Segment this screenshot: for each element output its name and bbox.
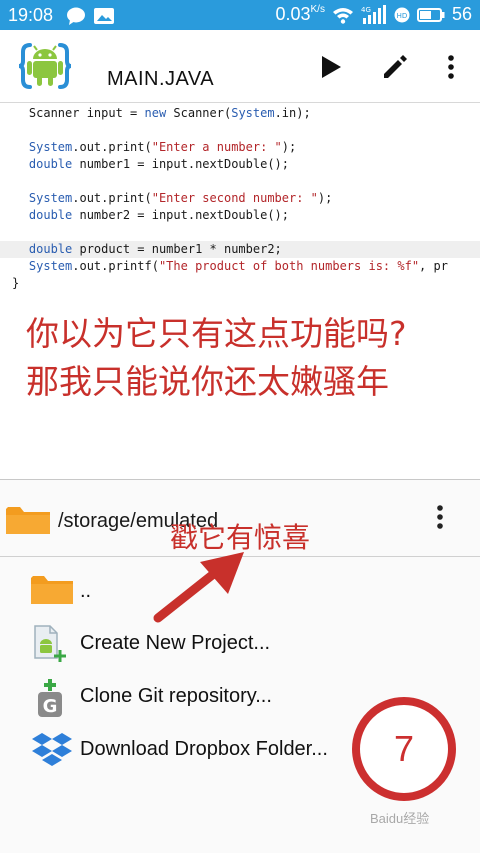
code-token: } bbox=[12, 276, 20, 290]
code-line[interactable]: double number2 = input.nextDouble(); bbox=[0, 207, 480, 224]
image-icon bbox=[94, 8, 114, 24]
new-project-icon bbox=[34, 625, 66, 662]
code-line[interactable] bbox=[0, 224, 480, 241]
code-line[interactable]: System.out.print("Enter second number: "… bbox=[0, 190, 480, 207]
battery-icon bbox=[416, 7, 445, 22]
code-line[interactable]: double number1 = input.nextDouble(); bbox=[0, 156, 480, 173]
chat-icon bbox=[67, 7, 85, 25]
edit-button[interactable] bbox=[378, 50, 412, 84]
git-icon: G bbox=[38, 679, 62, 717]
annotation-callout: 戳它有惊喜 bbox=[170, 521, 311, 554]
file-title: MAIN.JAVA bbox=[107, 68, 215, 90]
status-time: 19:08 bbox=[8, 5, 54, 25]
signal-icon: 4G bbox=[361, 4, 386, 24]
code-token: number2 = input.nextDouble(); bbox=[72, 208, 289, 222]
panel-menu-button[interactable] bbox=[436, 504, 450, 534]
svg-text:G: G bbox=[43, 696, 58, 717]
code-token: "Enter second number: " bbox=[151, 191, 318, 205]
code-token: System bbox=[0, 259, 73, 273]
code-token: .in); bbox=[274, 106, 311, 120]
code-token: "Enter a number: " bbox=[151, 140, 282, 154]
list-item-label: Clone Git repository... bbox=[80, 685, 272, 707]
svg-text:HD: HD bbox=[397, 12, 408, 20]
code-line[interactable] bbox=[0, 122, 480, 139]
annotation-text-line1: 你以为它只有这点功能吗? bbox=[26, 314, 407, 353]
overflow-menu-button[interactable] bbox=[434, 50, 468, 84]
code-token: double bbox=[0, 157, 73, 171]
new-project-icon bbox=[30, 624, 72, 664]
list-item-label: .. bbox=[80, 580, 92, 602]
more-vert-icon bbox=[437, 505, 443, 529]
step-number: 7 bbox=[393, 728, 415, 769]
code-token: double bbox=[0, 242, 73, 256]
git-icon: G bbox=[30, 677, 72, 717]
dropbox-icon bbox=[30, 730, 72, 770]
notification-icons bbox=[66, 6, 118, 31]
battery-level: 56 bbox=[451, 4, 472, 24]
code-token: "The product of both numbers is: %f" bbox=[158, 259, 420, 273]
run-button[interactable] bbox=[314, 50, 348, 84]
code-line[interactable]: System.out.print("Enter a number: "); bbox=[0, 139, 480, 156]
dropbox-icon bbox=[32, 733, 72, 766]
list-item-label: Download Dropbox Folder... bbox=[80, 738, 328, 760]
code-line[interactable]: System.out.printf("The product of both n… bbox=[0, 258, 480, 275]
code-token: .out.printf( bbox=[72, 259, 159, 273]
status-bar: 19:08 0.03K/s 4G HD 56 bbox=[0, 0, 480, 30]
code-editor[interactable]: Scanner input = new Scanner(System.in); … bbox=[0, 103, 480, 480]
red-arrow-annotation bbox=[153, 552, 244, 623]
pencil-icon bbox=[384, 55, 407, 78]
wifi-icon bbox=[332, 7, 353, 24]
code-token: double bbox=[0, 208, 73, 222]
code-token: .out.print( bbox=[72, 191, 152, 205]
code-line[interactable]: Scanner input = new Scanner(System.in); bbox=[0, 105, 480, 122]
hd-icon: HD bbox=[394, 7, 410, 22]
code-token: , pr bbox=[419, 259, 448, 273]
code-line[interactable]: double product = number1 * number2; bbox=[0, 241, 480, 258]
net-speed: 0.03K/s bbox=[275, 4, 325, 24]
code-line[interactable] bbox=[0, 173, 480, 190]
code-token: product = number1 * number2; bbox=[72, 242, 282, 256]
app-bar: MAIN.JAVA bbox=[0, 30, 480, 103]
code-token: .out.print( bbox=[72, 140, 152, 154]
code-token: System bbox=[231, 106, 275, 120]
svg-text:4G: 4G bbox=[361, 6, 371, 14]
code-line[interactable]: } bbox=[12, 275, 480, 292]
code-token: Scanner input = bbox=[0, 106, 145, 120]
code-token: System bbox=[0, 140, 73, 154]
list-item-label: Create New Project... bbox=[80, 632, 271, 654]
more-vert-icon bbox=[448, 55, 454, 79]
code-token: ); bbox=[281, 140, 297, 154]
code-token: Scanner( bbox=[166, 106, 232, 120]
annotation-text-line2: 那我只能说你还太嫩骚年 bbox=[26, 362, 389, 401]
folder-icon bbox=[30, 572, 73, 612]
code-token: ); bbox=[317, 191, 333, 205]
code-token: number1 = input.nextDouble(); bbox=[72, 157, 289, 171]
code-token: new bbox=[144, 106, 167, 120]
folder-icon bbox=[6, 507, 50, 534]
play-icon bbox=[322, 56, 341, 78]
aide-android-logo-icon bbox=[18, 43, 72, 89]
code-token: System bbox=[0, 191, 73, 205]
watermark: Baidu经验 bbox=[370, 811, 430, 826]
folder-icon bbox=[31, 576, 73, 604]
